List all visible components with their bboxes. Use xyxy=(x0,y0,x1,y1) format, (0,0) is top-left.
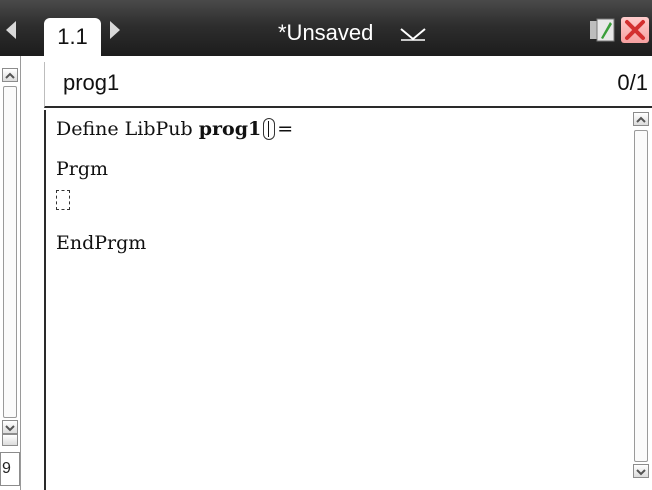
define-keyword: Define LibPub xyxy=(56,118,199,140)
code-line-placeholder[interactable] xyxy=(56,190,70,215)
program-name-bar: prog1 0/1 xyxy=(44,62,652,108)
program-editor[interactable]: Define LibPub prog1 = Prgm EndPrgm xyxy=(44,110,652,490)
battery-icon xyxy=(590,18,615,42)
code-line-prgm[interactable]: Prgm xyxy=(56,158,108,180)
chevron-down-icon xyxy=(5,425,15,432)
empty-placeholder-box[interactable] xyxy=(56,190,70,210)
program-name-token: prog1 xyxy=(198,118,262,140)
program-name: prog1 xyxy=(63,70,120,95)
code-line-define[interactable]: Define LibPub prog1 = xyxy=(56,118,293,140)
chevron-up-icon xyxy=(5,72,15,79)
cursor-position: 0/1 xyxy=(617,70,648,95)
left-gutter xyxy=(0,56,21,490)
close-icon[interactable] xyxy=(621,17,649,43)
scroll-bottom-button[interactable] xyxy=(2,434,18,446)
left-triangle-icon[interactable] xyxy=(6,21,16,39)
scroll-up-button[interactable] xyxy=(2,68,18,82)
right-triangle-icon[interactable] xyxy=(110,21,120,39)
chevron-up-icon xyxy=(636,116,646,123)
tab-page-1-1[interactable]: 1.1 xyxy=(44,18,101,56)
scrollbar-track[interactable] xyxy=(3,86,17,418)
editor-scroll-up-button[interactable] xyxy=(633,112,649,126)
editor-scroll-down-button[interactable] xyxy=(633,464,649,478)
scroll-down-button[interactable] xyxy=(2,420,18,434)
chevron-down-icon[interactable] xyxy=(398,26,428,42)
equals-token: = xyxy=(277,118,294,140)
editor-scrollbar[interactable] xyxy=(632,110,650,490)
editor-scrollbar-track[interactable] xyxy=(634,130,648,462)
chevron-down-icon xyxy=(636,469,646,476)
calculator-screen: 1.1 *Unsaved 9 prog1 0/1 Define LibPub p… xyxy=(0,0,652,490)
code-line-endprgm[interactable]: EndPrgm xyxy=(56,232,146,254)
line-number: 9 xyxy=(0,452,20,486)
document-title[interactable]: *Unsaved xyxy=(278,18,373,48)
title-bar: 1.1 *Unsaved xyxy=(0,0,652,56)
text-cursor xyxy=(263,118,276,140)
